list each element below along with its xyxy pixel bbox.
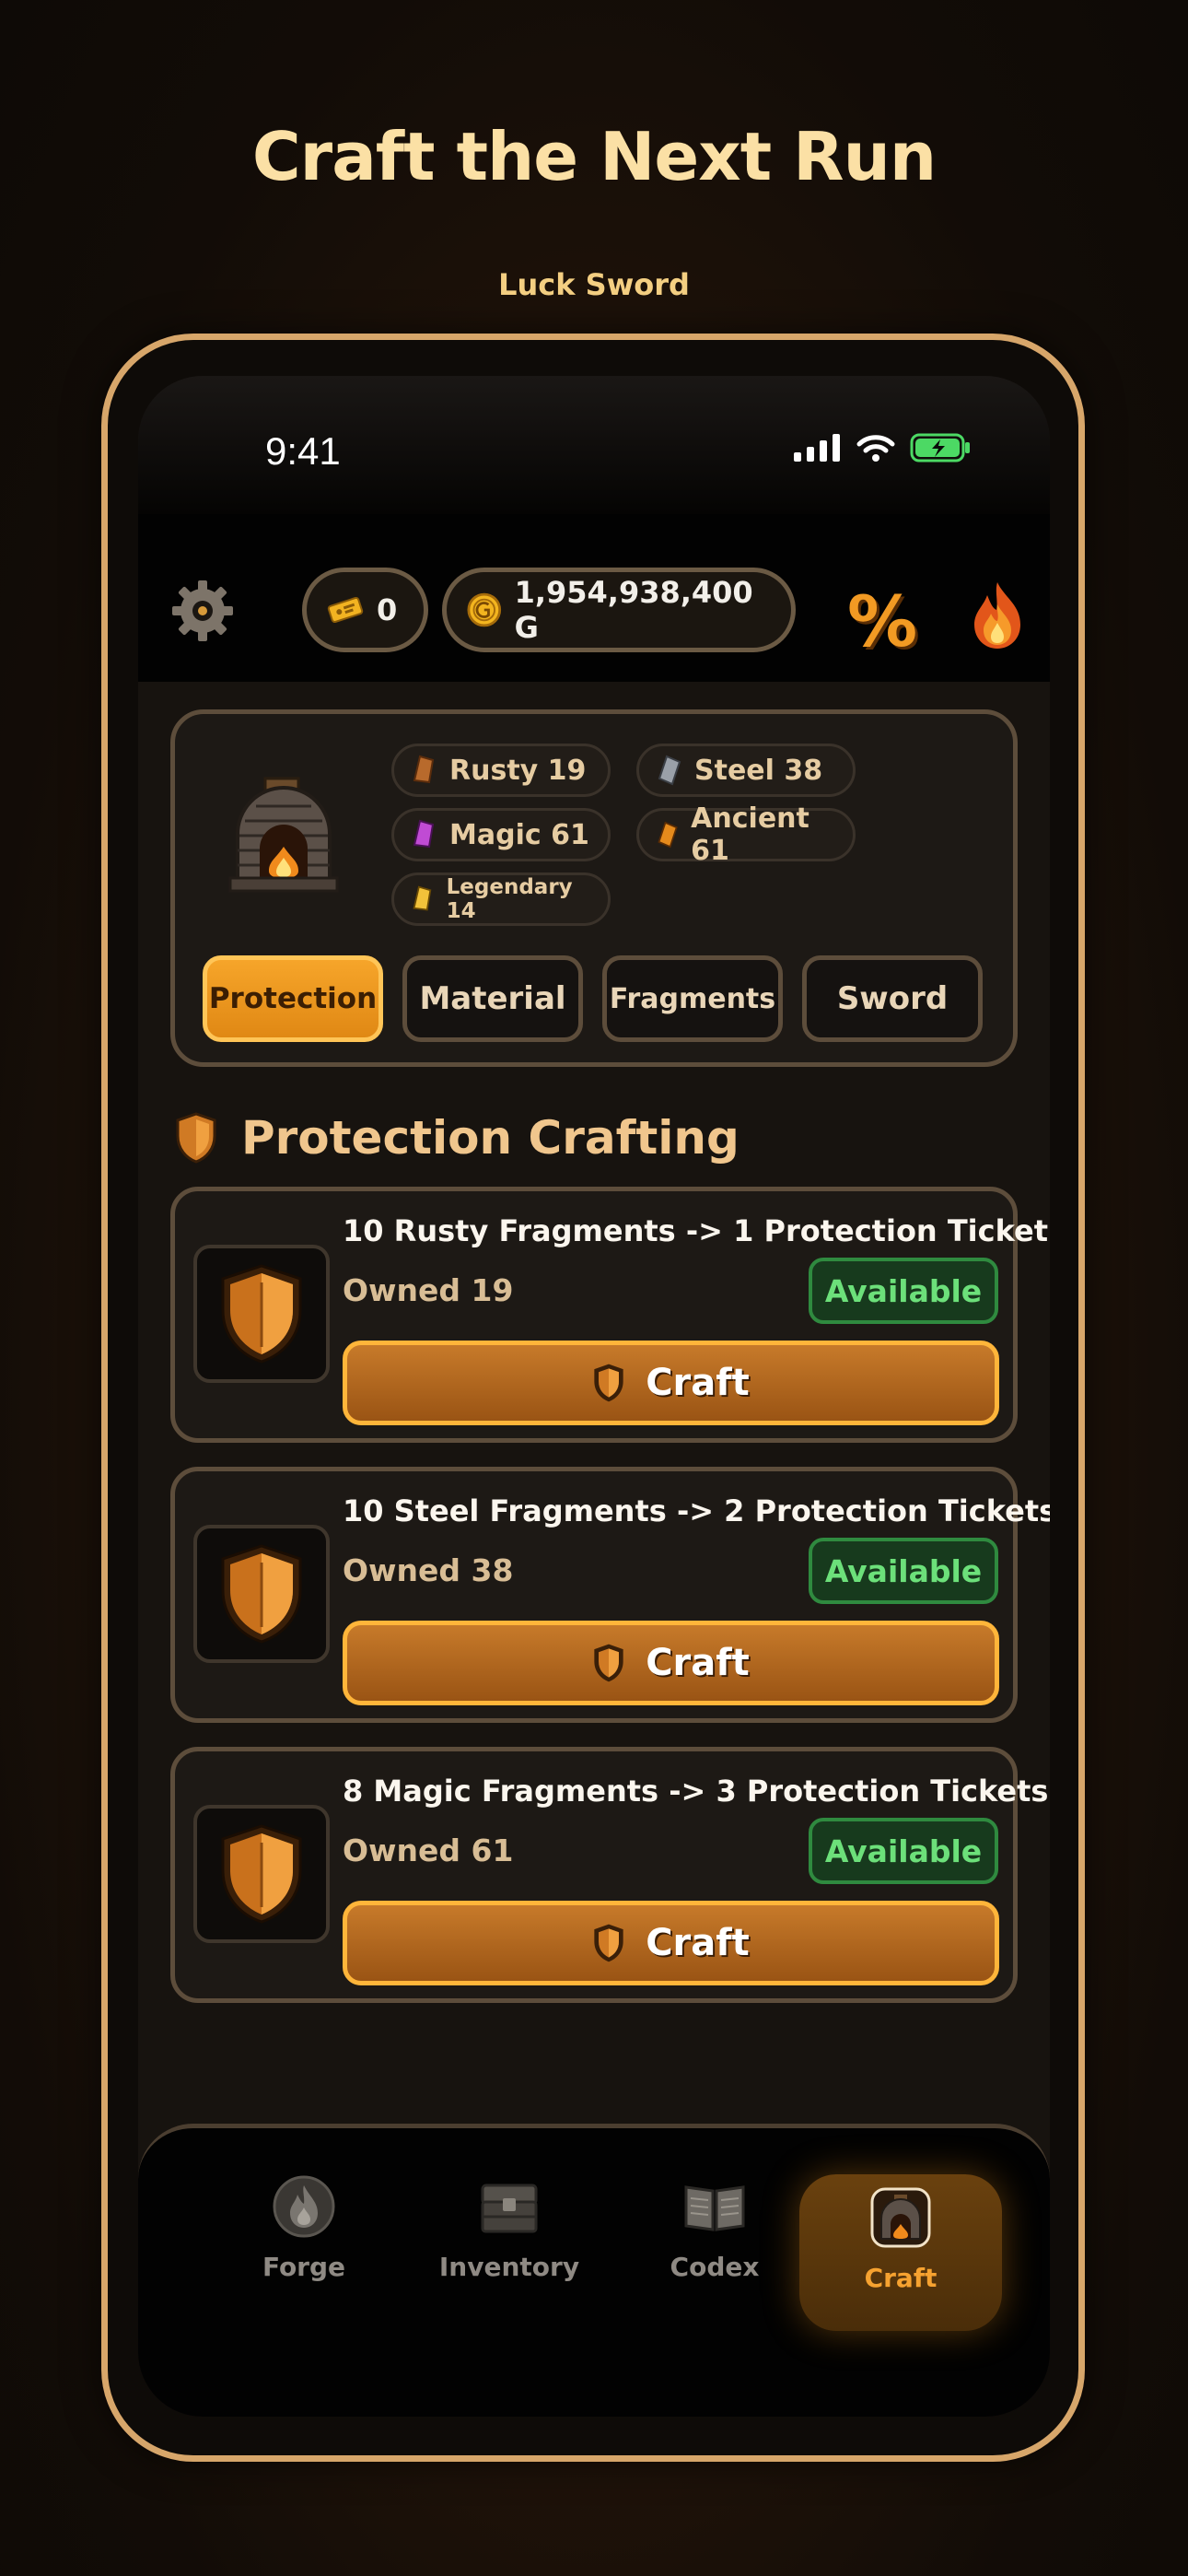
recipe-icon-box — [193, 1245, 330, 1383]
forge-icon — [273, 2175, 335, 2238]
shield-icon — [176, 1112, 216, 1164]
material-label-ancient: Ancient 61 — [691, 802, 809, 867]
recipe-title: 10 Steel Fragments -> 2 Protection Ticke… — [343, 1493, 1050, 1528]
craft-button[interactable]: Craft — [343, 1901, 999, 1985]
status-badge: Available — [809, 1538, 998, 1604]
nav-item-forge[interactable]: Forge — [203, 2174, 405, 2331]
craft-button[interactable]: Craft — [343, 1621, 999, 1705]
recipe-icon-box — [193, 1805, 330, 1943]
material-label-rusty: Rusty 19 — [449, 754, 587, 787]
wifi-icon — [856, 435, 895, 462]
forge-furnace-icon — [228, 777, 339, 893]
signal-icon — [794, 434, 840, 462]
top-bar: 0 1,954,938,400 G % — [138, 514, 1050, 682]
recipe-card: 8 Magic Fragments -> 3 Protection Ticket… — [170, 1747, 1048, 2003]
rusty-fragment-icon — [413, 755, 435, 784]
nav-label-craft: Craft — [864, 2263, 938, 2293]
material-label-steel: Steel 38 — [694, 754, 823, 787]
status-bar: 9:41 — [138, 376, 1050, 514]
status-icons — [794, 433, 971, 463]
material-chip-steel: Steel 38 — [636, 744, 856, 797]
gold-amount: 1,954,938,400 G — [514, 575, 753, 645]
shield-icon — [594, 1364, 623, 1402]
nav-label-forge: Forge — [262, 2252, 346, 2282]
shield-icon — [221, 1544, 302, 1644]
legendary-fragment-icon — [413, 885, 432, 911]
percent-icon[interactable]: % — [847, 580, 917, 662]
tab-sword[interactable]: Sword — [802, 955, 983, 1042]
section-header: Protection Crafting — [175, 1111, 740, 1165]
ticket-count: 0 — [377, 592, 398, 627]
recipe-owned: Owned 61 — [343, 1832, 514, 1868]
craft-button-label: Craft — [646, 1922, 750, 1964]
material-chip-rusty: Rusty 19 — [391, 744, 611, 797]
nav-item-craft[interactable]: Craft — [799, 2174, 1002, 2331]
page-headline: Craft the Next Run — [251, 118, 937, 195]
material-label-magic: Magic 61 — [449, 818, 589, 851]
nav-item-codex[interactable]: Codex — [613, 2174, 816, 2331]
material-chip-legendary: Legendary 14 — [391, 872, 611, 926]
shield-icon — [594, 1644, 623, 1682]
steel-fragment-icon — [658, 755, 681, 786]
recipe-owned: Owned 19 — [343, 1272, 514, 1308]
shield-icon — [221, 1824, 302, 1924]
recipe-title: 10 Rusty Fragments -> 1 Protection Ticke… — [343, 1213, 1049, 1248]
section-title-text: Protection Crafting — [241, 1111, 740, 1165]
material-chip-ancient: Ancient 61 — [636, 802, 856, 867]
battery-icon — [910, 433, 970, 463]
gold-coin-icon — [467, 592, 502, 627]
bottom-nav: Forge Inventory Codex Craft — [138, 2124, 1050, 2417]
ticket-icon — [327, 596, 364, 624]
recipe-icon-box — [193, 1525, 330, 1663]
tab-fragments[interactable]: Fragments — [602, 955, 783, 1042]
ancient-fragment-icon — [658, 821, 678, 849]
gold-counter[interactable]: 1,954,938,400 G — [442, 568, 796, 652]
recipe-title: 8 Magic Fragments -> 3 Protection Ticket… — [343, 1774, 1049, 1809]
recipe-card: 10 Steel Fragments -> 2 Protection Ticke… — [170, 1467, 1050, 1723]
fire-icon[interactable] — [967, 580, 1028, 650]
shield-icon — [221, 1264, 302, 1364]
material-chip-magic: Magic 61 — [391, 808, 611, 861]
shield-icon — [594, 1924, 623, 1962]
page-subhead: Luck Sword — [498, 267, 690, 302]
status-badge: Available — [809, 1818, 998, 1884]
app-screen: 9:41 0 1,954,938,400 G % Rusty 19 Steel … — [138, 376, 1050, 2417]
tab-material[interactable]: Material — [402, 955, 583, 1042]
status-badge: Available — [809, 1258, 998, 1324]
gear-icon[interactable] — [170, 579, 235, 643]
craft-button-label: Craft — [646, 1642, 750, 1684]
craft-button[interactable]: Craft — [343, 1341, 999, 1425]
materials-panel: Rusty 19 Steel 38 Magic 61 Ancient 61 Le… — [170, 709, 1018, 1067]
recipe-owned: Owned 38 — [343, 1552, 514, 1588]
tab-protection[interactable]: Protection — [203, 955, 383, 1042]
status-time: 9:41 — [265, 429, 341, 473]
furnace-icon — [870, 2187, 931, 2248]
nav-item-inventory[interactable]: Inventory — [408, 2174, 611, 2331]
recipe-card: 10 Rusty Fragments -> 1 Protection Ticke… — [170, 1187, 1048, 1443]
craft-button-label: Craft — [646, 1362, 750, 1404]
magic-fragment-icon — [413, 819, 435, 849]
book-icon — [684, 2185, 745, 2231]
nav-label-codex: Codex — [670, 2252, 760, 2282]
ticket-counter[interactable]: 0 — [302, 568, 428, 652]
chest-icon — [481, 2184, 538, 2233]
material-label-legendary: Legendary 14 — [446, 875, 573, 923]
nav-label-inventory: Inventory — [438, 2252, 580, 2282]
